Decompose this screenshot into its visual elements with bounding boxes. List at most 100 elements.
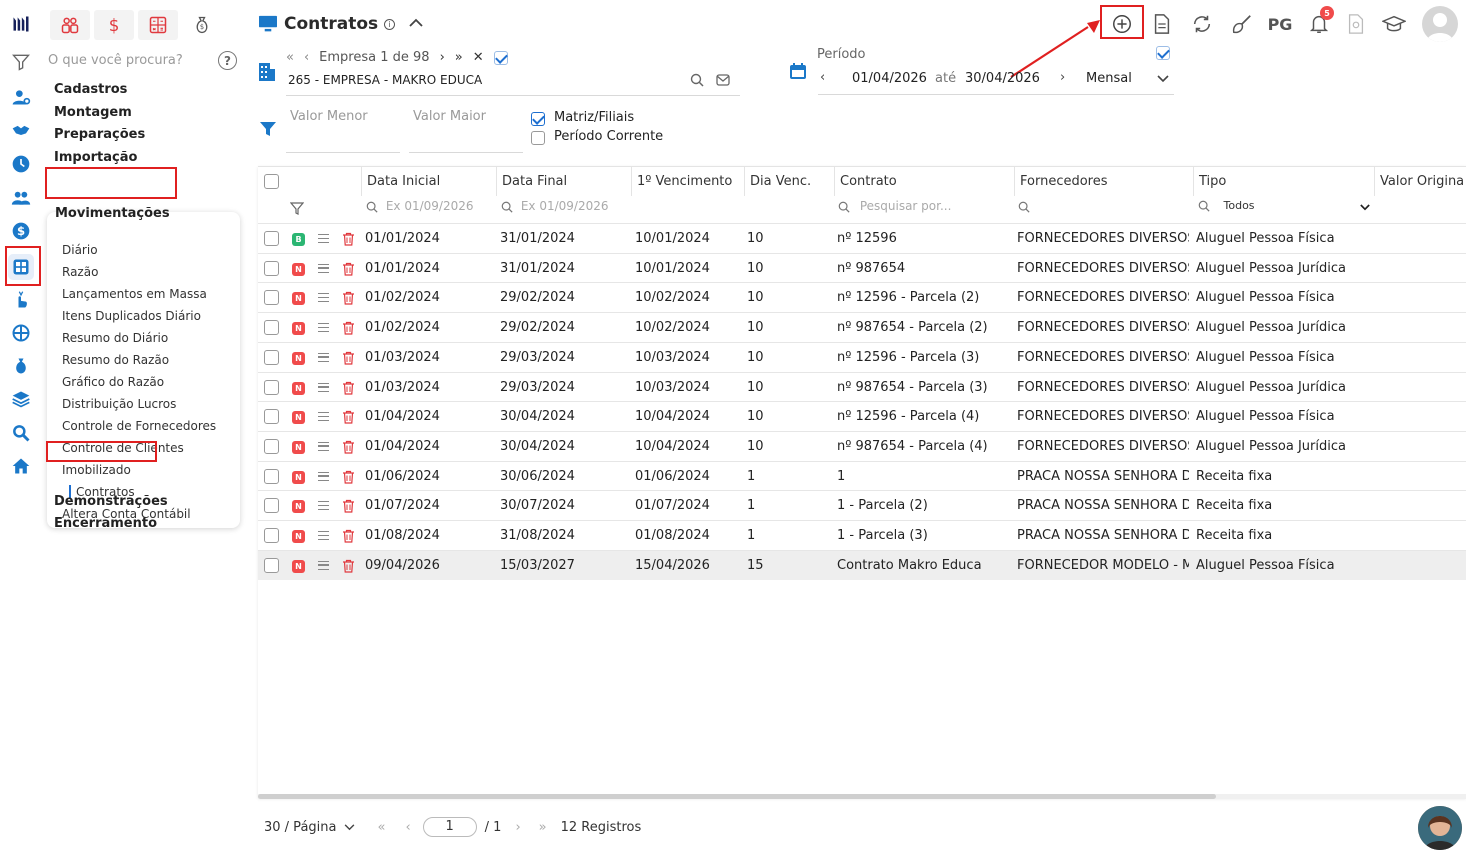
- money-bag-icon[interactable]: [9, 354, 33, 378]
- submenu-item-razao[interactable]: Razão: [62, 265, 98, 279]
- per-page-select[interactable]: 30 / Página: [264, 820, 336, 835]
- col-fornecedores[interactable]: Fornecedores: [1014, 167, 1194, 196]
- home-icon[interactable]: [9, 454, 33, 478]
- trash-icon[interactable]: [342, 529, 355, 543]
- support-avatar[interactable]: [1418, 806, 1462, 850]
- submenu-item-resumo-razao[interactable]: Resumo do Razão: [62, 353, 169, 367]
- page-input[interactable]: 1: [422, 817, 477, 837]
- trash-icon[interactable]: [342, 291, 355, 305]
- trash-icon[interactable]: [342, 232, 355, 246]
- row-menu-icon[interactable]: [318, 352, 329, 362]
- chevron-up-icon[interactable]: [409, 17, 423, 32]
- row-menu-icon[interactable]: [318, 412, 329, 422]
- trash-icon[interactable]: [342, 440, 355, 454]
- submenu-item-controle-fornecedores[interactable]: Controle de Fornecedores: [62, 419, 216, 433]
- row-menu-icon[interactable]: [318, 560, 329, 570]
- submenu-item-imobilizado[interactable]: Imobilizado: [62, 463, 131, 477]
- network-icon[interactable]: [9, 321, 33, 345]
- filter-data-inicial[interactable]: Ex 01/09/2026: [366, 199, 474, 221]
- col-valor-original[interactable]: Valor Origina: [1374, 167, 1466, 196]
- user-gear-icon[interactable]: [9, 85, 33, 109]
- row-menu-icon[interactable]: [318, 263, 329, 273]
- trash-icon[interactable]: [342, 351, 355, 365]
- row-checkbox[interactable]: [264, 290, 279, 306]
- row-menu-icon[interactable]: [318, 382, 329, 392]
- row-menu-icon[interactable]: [318, 531, 329, 540]
- scrollbar-thumb[interactable]: [258, 794, 1216, 799]
- calculator-icon[interactable]: [138, 10, 178, 40]
- chevron-down-icon[interactable]: [344, 823, 355, 831]
- magnifier-icon[interactable]: [9, 421, 33, 445]
- first-page-icon[interactable]: «: [377, 820, 385, 835]
- layers-icon[interactable]: [9, 387, 33, 411]
- filter-data-final[interactable]: Ex 01/09/2026: [501, 199, 609, 221]
- sidebar-search-input[interactable]: O que você procura?: [48, 53, 183, 68]
- document-icon[interactable]: [1148, 10, 1176, 38]
- table-row[interactable]: N 01/04/2024 30/04/2024 10/04/2024 10 nº 1259…: [258, 401, 1466, 431]
- menu-movimentacoes[interactable]: Movimentações: [55, 206, 170, 221]
- valor-menor-input[interactable]: Valor Menor: [290, 109, 368, 124]
- filter-icon[interactable]: [9, 50, 33, 74]
- table-row[interactable]: B 01/01/2024 31/01/2024 10/01/2024 10 nº 1259…: [258, 223, 1466, 253]
- table-row[interactable]: N 01/03/2024 29/03/2024 10/03/2024 10 nº 9876…: [258, 371, 1466, 402]
- next-page-icon[interactable]: ›: [515, 820, 520, 835]
- col-vencimento[interactable]: 1º Vencimento: [631, 167, 744, 196]
- handshake-icon[interactable]: [9, 118, 33, 142]
- periodo-start[interactable]: 01/04/2026: [852, 71, 927, 86]
- empresa-checkbox[interactable]: [493, 50, 508, 65]
- filter-tipo[interactable]: Todos: [1198, 199, 1370, 221]
- trash-icon[interactable]: [342, 410, 355, 424]
- prev-page-icon[interactable]: ‹: [405, 820, 410, 835]
- filter-fornecedores[interactable]: [1018, 199, 1030, 221]
- table-row[interactable]: N 01/07/2024 30/07/2024 01/07/2024 1 1 - Parc…: [258, 490, 1466, 520]
- row-checkbox[interactable]: [264, 557, 279, 573]
- submenu-item-resumo-diario[interactable]: Resumo do Diário: [62, 331, 168, 345]
- submenu-item-distribuicao-lucros[interactable]: Distribuição Lucros: [62, 397, 176, 411]
- select-all-checkbox[interactable]: [264, 174, 279, 189]
- valor-maior-input[interactable]: Valor Maior: [413, 109, 486, 124]
- next-empresa-icon[interactable]: ›: [440, 50, 445, 65]
- search-icon[interactable]: [690, 73, 704, 87]
- table-row[interactable]: N 01/08/2024 31/08/2024 01/08/2024 1 1 - Parc…: [258, 520, 1466, 550]
- menu-preparacoes[interactable]: Preparações: [54, 127, 145, 142]
- table-row[interactable]: N 01/01/2024 31/01/2024 10/01/2024 10 nº 9876…: [258, 252, 1466, 283]
- row-checkbox[interactable]: [264, 528, 279, 543]
- table-row[interactable]: N 01/04/2024 30/04/2024 10/04/2024 10 nº 9876…: [258, 430, 1466, 461]
- menu-demonstracoes[interactable]: Demonstrações: [54, 494, 168, 509]
- submenu-item-grafico-razao[interactable]: Gráfico do Razão: [62, 375, 164, 389]
- col-dia-venc[interactable]: Dia Venc.: [744, 167, 834, 196]
- menu-importacao[interactable]: Importação: [54, 150, 137, 165]
- last-page-icon[interactable]: »: [539, 820, 547, 835]
- row-checkbox[interactable]: [264, 409, 279, 425]
- row-checkbox[interactable]: [264, 231, 279, 246]
- row-menu-icon[interactable]: [318, 293, 329, 303]
- trash-icon[interactable]: [342, 381, 355, 395]
- row-checkbox[interactable]: [264, 438, 279, 454]
- users-icon[interactable]: [9, 186, 33, 210]
- dollar-circle-icon[interactable]: $: [9, 219, 33, 243]
- logo-mark[interactable]: [9, 12, 33, 36]
- row-checkbox[interactable]: [264, 379, 279, 395]
- row-menu-icon[interactable]: [318, 441, 329, 451]
- money-bag-outline-icon[interactable]: $: [182, 10, 222, 40]
- col-contrato[interactable]: Contrato: [834, 167, 1014, 196]
- table-row[interactable]: N 09/04/2026 15/03/2027 15/04/2026 15 Contrat…: [258, 549, 1466, 580]
- matriz-checkbox[interactable]: [531, 112, 545, 126]
- col-data-inicial[interactable]: Data Inicial: [361, 167, 496, 196]
- calendar-icon[interactable]: [789, 62, 807, 80]
- horizontal-scrollbar[interactable]: [258, 794, 1466, 799]
- row-menu-icon[interactable]: [318, 471, 329, 481]
- row-menu-icon[interactable]: [318, 234, 329, 243]
- people-icon[interactable]: [50, 10, 90, 40]
- mail-icon[interactable]: [716, 74, 730, 86]
- row-checkbox[interactable]: [264, 468, 279, 484]
- dollar-icon[interactable]: $: [94, 10, 134, 40]
- periodo-mode[interactable]: Mensal: [1086, 71, 1132, 86]
- table-row[interactable]: N 01/06/2024 30/06/2024 01/06/2024 1 1 PRACA N…: [258, 460, 1466, 491]
- menu-montagem[interactable]: Montagem: [54, 105, 132, 120]
- table-row[interactable]: N 01/02/2024 29/02/2024 10/02/2024 10 nº 9876…: [258, 312, 1466, 342]
- filter-row-icon[interactable]: [290, 202, 304, 216]
- first-page-icon[interactable]: «: [286, 50, 294, 65]
- submenu-item-diario[interactable]: Diário: [62, 243, 98, 257]
- periodo-next-icon[interactable]: ›: [1060, 70, 1065, 85]
